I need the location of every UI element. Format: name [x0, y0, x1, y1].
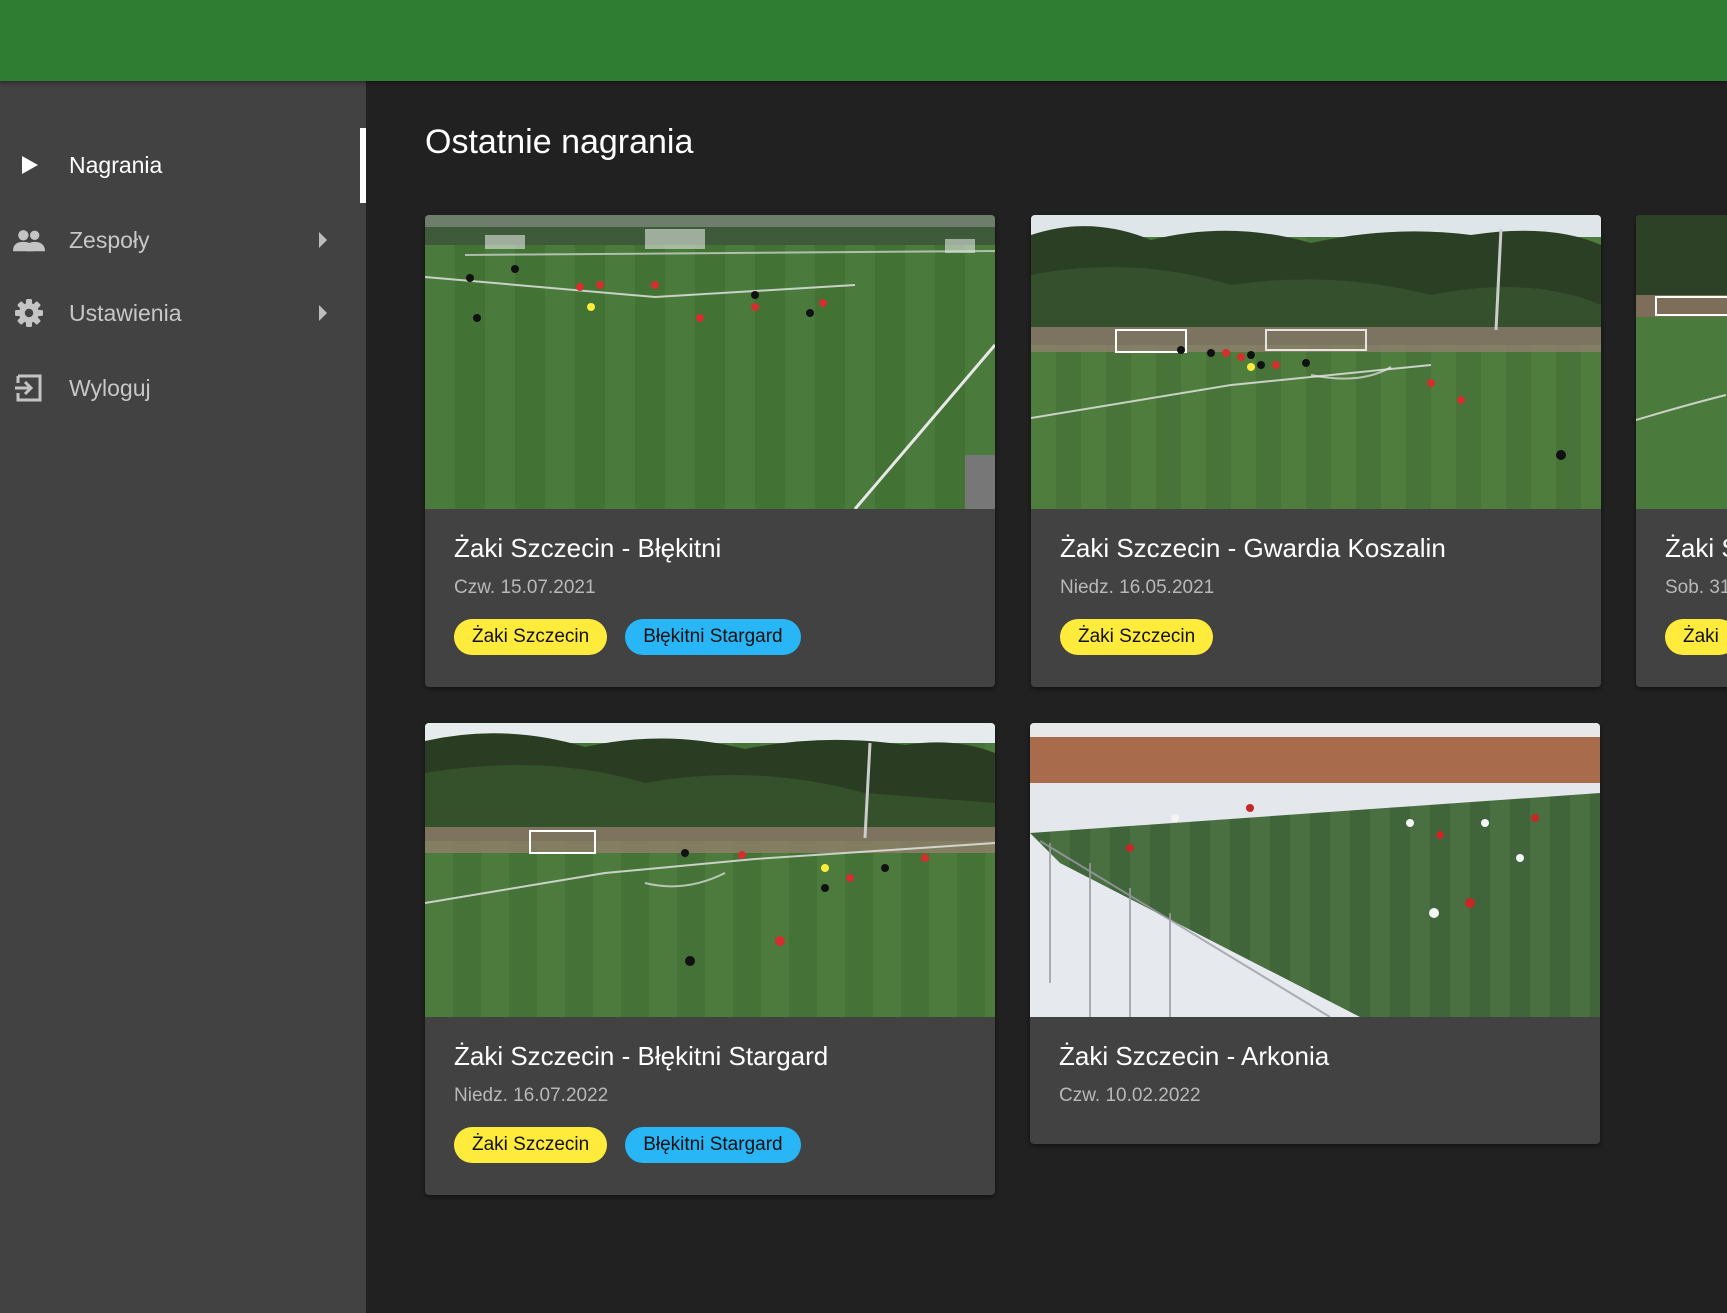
- page-title: Ostatnie nagrania: [425, 123, 694, 161]
- recording-title: Żaki Szczecin - Gwardia Koszalin: [1060, 533, 1446, 563]
- sidebar-item-label: Zespoły: [69, 227, 150, 253]
- sidebar-item-zespoly[interactable]: Zespoły: [0, 210, 366, 270]
- recording-date: Czw. 15.07.2021: [454, 577, 596, 598]
- recording-thumbnail: [425, 723, 995, 1017]
- team-chip[interactable]: Żaki Szczecin: [1060, 619, 1214, 655]
- team-chips: Żaki Szczecin Błękitni Stargard: [454, 619, 801, 655]
- people-icon: [13, 225, 45, 255]
- recording-title: Żaki S: [1665, 533, 1727, 563]
- recording-date: Niedz. 16.05.2021: [1060, 577, 1215, 598]
- team-chip[interactable]: Żaki Szczecin: [454, 1127, 608, 1163]
- sidebar-item-ustawienia[interactable]: Ustawienia: [0, 283, 366, 343]
- sidebar-item-label: Ustawienia: [69, 300, 182, 326]
- logout-icon: [13, 373, 45, 403]
- sidebar-item-nagrania[interactable]: Nagrania: [0, 135, 366, 195]
- main-content: Ostatnie nagrania Żaki Szczecin - Błękit…: [366, 81, 1727, 1313]
- recording-card[interactable]: Żaki Szczecin - Gwardia Koszalin Niedz. …: [1031, 215, 1601, 687]
- team-chip[interactable]: Żaki Szczecin: [454, 619, 608, 655]
- team-chip[interactable]: Błękitni Stargard: [625, 619, 801, 655]
- recording-title: Żaki Szczecin - Błękitni Stargard: [454, 1041, 829, 1071]
- sidebar-item-label: Wyloguj: [69, 375, 151, 401]
- team-chips: Żaki Szczecin: [1060, 619, 1214, 655]
- recording-thumbnail: [1031, 215, 1601, 509]
- recording-title: Żaki Szczecin - Arkonia: [1059, 1041, 1330, 1071]
- recording-card[interactable]: Żaki Szczecin - Błękitni Stargard Niedz.…: [425, 723, 995, 1195]
- sidebar: Nagrania Zespoły Ustawienia Wyloguj: [0, 81, 366, 1313]
- recording-card[interactable]: Żaki Szczecin - Arkonia Czw. 10.02.2022: [1030, 723, 1600, 1144]
- recording-card[interactable]: Żaki S Sob. 31 Żaki: [1636, 215, 1727, 687]
- team-chip[interactable]: Błękitni Stargard: [625, 1127, 801, 1163]
- recording-thumbnail: [1636, 215, 1727, 509]
- sidebar-item-wyloguj[interactable]: Wyloguj: [0, 358, 366, 418]
- team-chip[interactable]: Żaki: [1665, 619, 1727, 655]
- recording-thumbnail: [1030, 723, 1600, 1017]
- sidebar-item-label: Nagrania: [69, 152, 163, 178]
- chevron-right-icon: [319, 305, 327, 321]
- recording-title: Żaki Szczecin - Błękitni: [454, 533, 722, 563]
- gear-icon: [13, 298, 45, 328]
- recording-date: Niedz. 16.07.2022: [454, 1085, 609, 1106]
- recording-date: Czw. 10.02.2022: [1059, 1085, 1201, 1106]
- team-chips: Żaki: [1665, 619, 1727, 655]
- recording-thumbnail: [425, 215, 995, 509]
- recording-date: Sob. 31: [1665, 577, 1727, 598]
- team-chips: Żaki Szczecin Błękitni Stargard: [454, 1127, 801, 1163]
- app-top-bar: [0, 0, 1727, 81]
- chevron-right-icon: [319, 232, 327, 248]
- recording-card[interactable]: Żaki Szczecin - Błękitni Czw. 15.07.2021…: [425, 215, 995, 687]
- play-icon: [13, 150, 45, 180]
